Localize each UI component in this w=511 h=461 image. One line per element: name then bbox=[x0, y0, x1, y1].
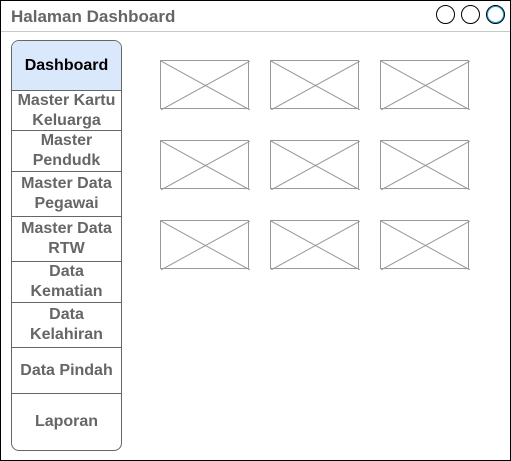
image-placeholder-icon bbox=[270, 140, 360, 190]
image-placeholder-icon bbox=[160, 60, 250, 110]
image-placeholder-icon bbox=[380, 60, 470, 110]
image-placeholder-icon bbox=[270, 220, 360, 270]
image-placeholder-icon bbox=[160, 220, 250, 270]
image-placeholder-icon bbox=[160, 140, 250, 190]
sidebar-item-data-kematian[interactable]: Data Kematian bbox=[12, 262, 121, 303]
window-button-2[interactable] bbox=[461, 5, 480, 24]
window-button-1[interactable] bbox=[436, 5, 455, 24]
image-placeholder-icon bbox=[270, 60, 360, 110]
sidebar-item-master-data-pegawai[interactable]: Master Data Pegawai bbox=[12, 172, 121, 217]
image-placeholder-icon bbox=[380, 140, 470, 190]
sidebar-item-master-kartu-keluarga[interactable]: Master Kartu Keluarga bbox=[12, 91, 121, 131]
window-title: Halaman Dashboard bbox=[11, 7, 176, 26]
sidebar-item-data-kelahiran[interactable]: Data Kelahiran bbox=[12, 303, 121, 348]
title-bar: Halaman Dashboard bbox=[1, 1, 510, 32]
sidebar-item-laporan[interactable]: Laporan bbox=[12, 394, 121, 450]
sidebar-item-master-penduduk[interactable]: Master Pendudk bbox=[12, 131, 121, 172]
window-button-3[interactable] bbox=[486, 5, 505, 24]
sidebar-item-dashboard[interactable]: Dashboard bbox=[12, 41, 121, 91]
sidebar-item-data-pindah[interactable]: Data Pindah bbox=[12, 348, 121, 394]
sidebar-item-master-data-rtw[interactable]: Master Data RTW bbox=[12, 217, 121, 262]
sidebar-menu: Dashboard Master Kartu Keluarga Master P… bbox=[11, 40, 122, 451]
image-placeholder-icon bbox=[380, 220, 470, 270]
